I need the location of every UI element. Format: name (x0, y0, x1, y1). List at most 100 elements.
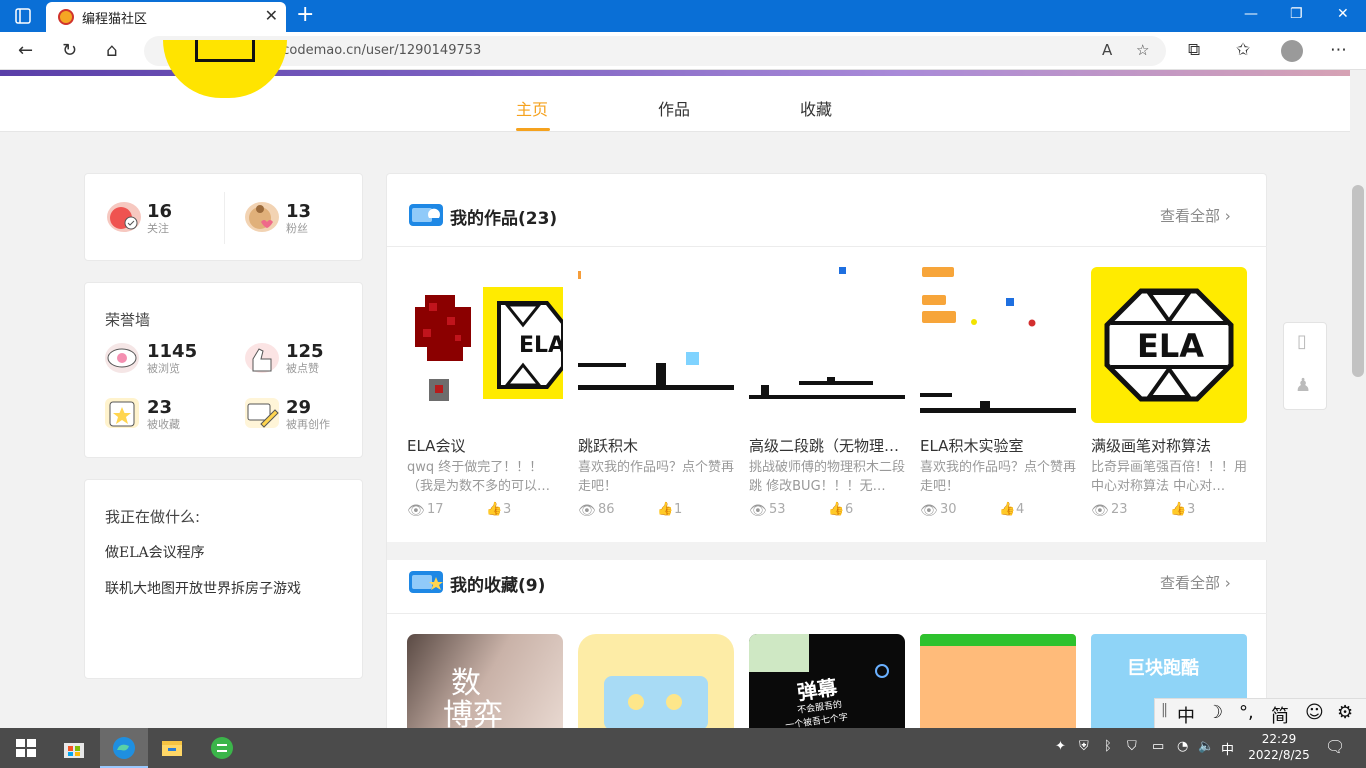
tab-close-icon[interactable]: ✕ (265, 6, 278, 25)
new-tab-button[interactable]: + (296, 4, 314, 26)
scrollbar-track[interactable] (1350, 70, 1366, 728)
fans-count[interactable]: 13 (286, 201, 311, 222)
works-view-all-link[interactable]: 查看全部 › (1160, 205, 1231, 226)
work-views: 23 (1111, 502, 1128, 517)
refresh-icon[interactable]: ↻ (62, 40, 77, 61)
work-likes: 3 (1187, 502, 1196, 517)
ime-settings-icon[interactable]: ⚙ (1337, 702, 1353, 723)
work-title[interactable]: 满级画笔对称算法 (1091, 435, 1247, 456)
defender-shield-icon[interactable]: ⛉ (1127, 739, 1137, 754)
scrollbar-thumb[interactable] (1352, 185, 1364, 377)
profile-avatar[interactable] (1281, 40, 1303, 62)
collection-thumbnail[interactable] (578, 634, 734, 729)
notification-icon[interactable]: 🗨 (1325, 737, 1345, 756)
work-views: 17 (427, 502, 444, 517)
codemao-favicon-icon (58, 9, 74, 25)
collections-section-icon (409, 571, 443, 593)
ime-simplified-toggle[interactable]: 简 (1271, 702, 1289, 728)
close-window-button[interactable]: ✕ (1337, 6, 1349, 22)
restore-button[interactable]: ❐ (1290, 6, 1303, 22)
thumbs-up-icon: 👍 (1170, 502, 1187, 517)
battery-icon[interactable]: ▭ (1152, 739, 1164, 754)
collections-title: 我的收藏(9) (450, 576, 546, 596)
remix-label: 被再创作 (286, 418, 330, 431)
following-label: 关注 (147, 222, 169, 235)
qq-icon[interactable]: ♟ (1295, 375, 1311, 396)
following-count[interactable]: 16 (147, 201, 172, 222)
work-thumbnail[interactable]: ELA (1091, 267, 1247, 423)
grass-strip (920, 634, 1076, 646)
remix-count: 29 (286, 397, 312, 418)
collections-view-all-link[interactable]: 查看全部 › (1160, 572, 1231, 593)
ime-emoji-icon[interactable]: ☺ (1305, 702, 1324, 723)
security-tray-icon[interactable]: ⛨ (1079, 739, 1089, 754)
work-thumbnail[interactable] (920, 267, 1076, 423)
work-title[interactable]: 跳跃积木 (578, 435, 734, 456)
follow-divider (224, 192, 225, 244)
collection-thumbnail[interactable] (920, 634, 1076, 729)
work-likes: 1 (674, 502, 683, 517)
tab-works[interactable]: 作品 (658, 96, 690, 120)
collect-star-icon (105, 398, 139, 428)
read-aloud-icon[interactable]: A (1102, 41, 1112, 59)
file-explorer-icon[interactable] (160, 736, 184, 760)
tab-actions-icon[interactable] (10, 6, 36, 26)
likes-hand-icon (245, 343, 279, 373)
store-icon[interactable] (62, 736, 86, 760)
honor-card: 荣誉墙 1145 被浏览 125 被点赞 23 被收藏 29 被再创作 (84, 282, 363, 458)
back-arrow-icon[interactable]: ← (18, 40, 33, 61)
system-clock[interactable]: 22:29 2022/8/25 (1246, 731, 1312, 763)
thumbs-up-icon: 👍 (999, 502, 1016, 517)
add-favorite-icon[interactable]: ☆ (1136, 41, 1149, 59)
eye-icon: 👁 (578, 503, 596, 519)
wifi-icon[interactable]: ◔ (1177, 739, 1188, 754)
work-thumbnail[interactable] (578, 267, 734, 423)
work-desc: 比奇异画笔强百倍！！！用中心对称算法 中心对… (1091, 460, 1247, 494)
ime-drag-handle[interactable]: ‖ (1161, 702, 1168, 718)
work-thumbnail[interactable] (749, 267, 905, 423)
views-count: 1145 (147, 341, 198, 362)
chevron-right-icon: › (1224, 207, 1231, 225)
collection-thumbnail[interactable]: 数 博弈 (407, 634, 563, 729)
work-title[interactable]: 高级二段跳（无物理… (749, 435, 905, 456)
more-menu-icon[interactable]: ⋯ (1330, 40, 1347, 60)
ime-toolbar: ‖ 中 ☽ °, 简 ☺ ⚙ (1154, 698, 1366, 728)
work-title[interactable]: ELA会议 (407, 435, 563, 456)
views-label: 被浏览 (147, 362, 180, 375)
home-icon[interactable]: ⌂ (106, 40, 117, 61)
work-desc: 喜欢我的作品吗？点个赞再走吧！ (920, 460, 1076, 494)
ime-punct-toggle[interactable]: °, (1239, 702, 1254, 723)
url-field[interactable]: 🔒 https://shequ.codemao.cn/user/12901497… (144, 36, 1166, 66)
bluetooth-icon[interactable]: ᛒ (1104, 739, 1112, 754)
work-thumbnail[interactable]: ELA (407, 267, 563, 423)
windows-start-icon[interactable] (14, 736, 38, 760)
tab-active[interactable]: 编程猫社区 ✕ (46, 2, 286, 32)
volume-icon[interactable]: 🔈 (1198, 739, 1214, 754)
ring-icon (875, 664, 889, 678)
tab-collections[interactable]: 收藏 (800, 96, 832, 120)
favorites-icon[interactable]: ✩ (1236, 40, 1250, 60)
follow-card: 16 关注 13 粉丝 (84, 173, 363, 261)
minimize-button[interactable]: — (1244, 6, 1258, 22)
extensions-icon[interactable]: ⧉ (1188, 40, 1200, 60)
colorful-tray-icon[interactable]: ✦ (1055, 739, 1066, 754)
thumbs-up-icon: 👍 (657, 502, 674, 517)
collection-thumb-text: 巨块跑酷 (1127, 658, 1199, 679)
section-gap (387, 542, 1268, 560)
work-title[interactable]: ELA积木实验室 (920, 435, 1076, 456)
browser-tab-bar: 编程猫社区 ✕ + — ❐ ✕ (0, 0, 1366, 32)
thumb-decoration (749, 634, 809, 672)
tray-input-language[interactable]: 中 (1221, 739, 1234, 758)
mobile-app-icon[interactable]: ▯ (1297, 331, 1307, 352)
tab-home[interactable]: 主页 (516, 96, 548, 120)
work-views: 30 (940, 502, 957, 517)
work-logo-text: ELA (519, 333, 563, 358)
collection-thumbnail[interactable]: 弹幕 不会服吾的 一个被吾七个字 (749, 634, 905, 729)
edge-browser-icon[interactable] (112, 736, 136, 760)
work-likes: 6 (845, 502, 854, 517)
doing-card: 我正在做什么: 做ELA会议程序 联机大地图开放世界拆房子游戏 (84, 479, 363, 679)
ime-moon-icon[interactable]: ☽ (1207, 702, 1223, 723)
green-app-icon[interactable] (210, 736, 234, 760)
ime-mode-toggle[interactable]: 中 (1177, 702, 1195, 728)
thumbs-up-icon: 👍 (828, 502, 845, 517)
